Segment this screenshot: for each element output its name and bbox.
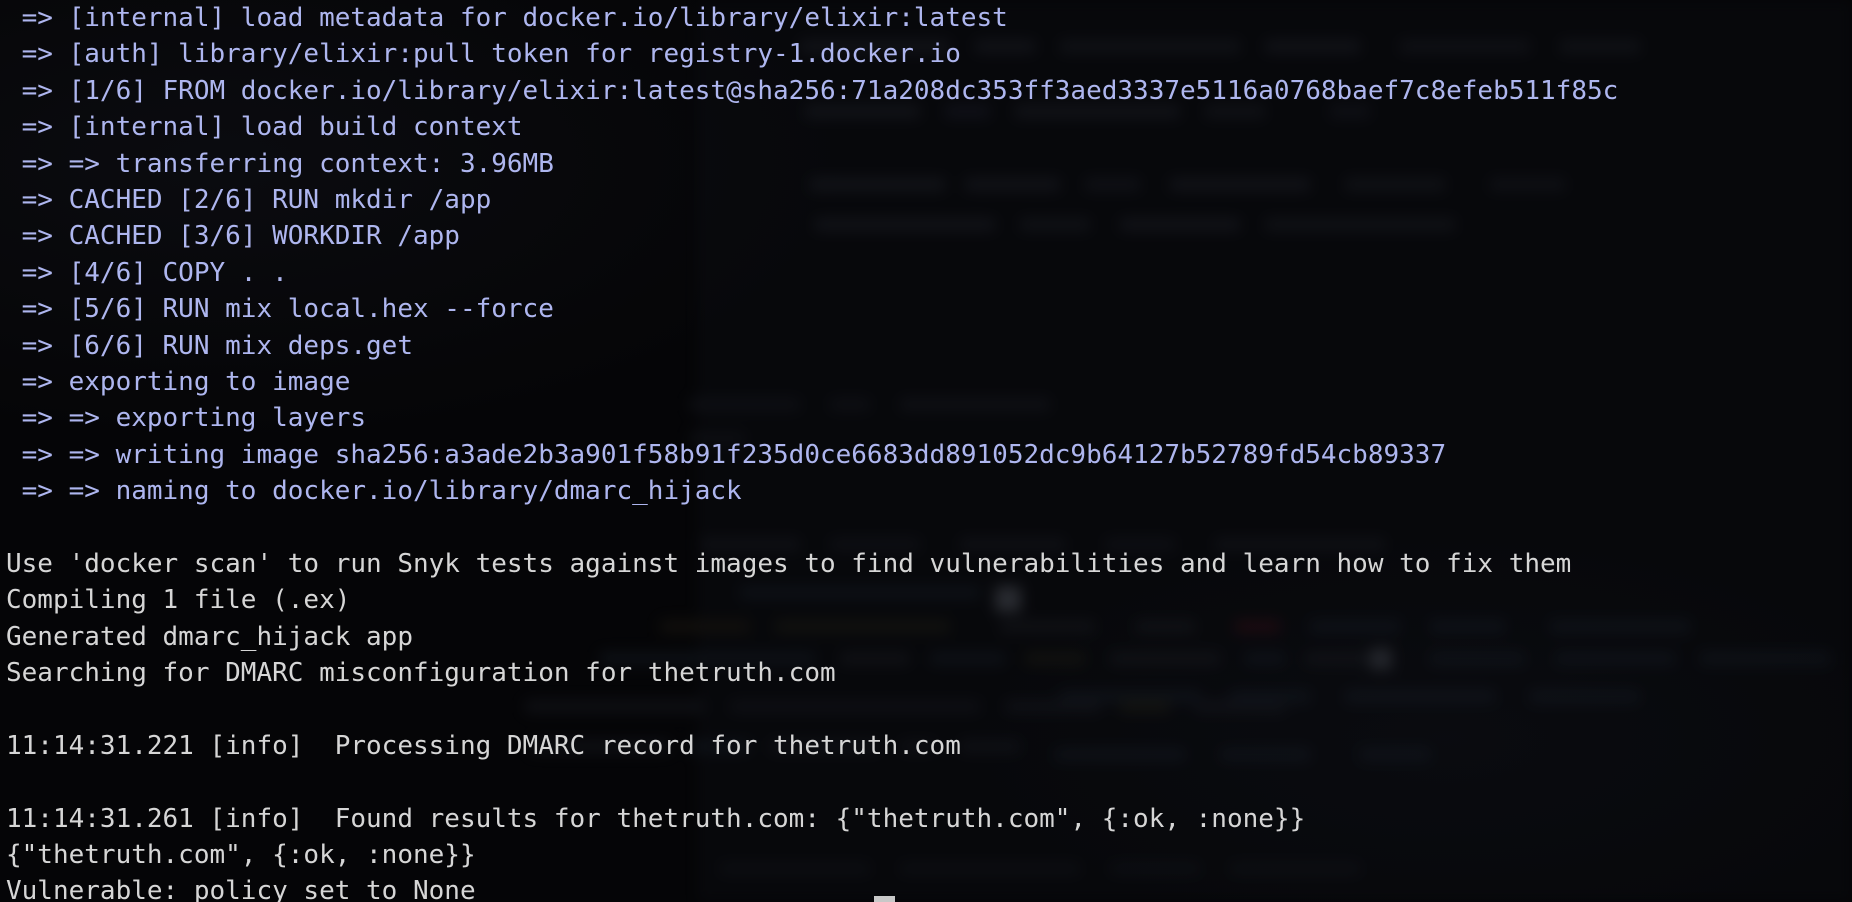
terminal-line: => [6/6] RUN mix deps.get xyxy=(6,330,413,361)
terminal-line: {"thetruth.com", {:ok, :none}} xyxy=(6,839,476,870)
terminal-line: Vulnerable: policy set to None xyxy=(6,876,476,902)
text-cursor xyxy=(874,896,895,902)
terminal-line: => [5/6] RUN mix local.hex --force xyxy=(6,294,554,325)
terminal-line: Searching for DMARC misconfiguration for… xyxy=(6,658,836,689)
terminal-line: => [auth] library/elixir:pull token for … xyxy=(6,39,961,70)
terminal-line: => exporting to image xyxy=(6,366,351,397)
terminal-output[interactable]: => [internal] load metadata for docker.i… xyxy=(0,0,1852,902)
terminal-line: => CACHED [3/6] WORKDIR /app xyxy=(6,221,460,252)
terminal-window[interactable]: => [internal] load metadata for docker.i… xyxy=(0,0,1852,902)
terminal-line: => => naming to docker.io/library/dmarc_… xyxy=(6,476,742,507)
terminal-line: Generated dmarc_hijack app xyxy=(6,621,413,652)
terminal-line: => [internal] load build context xyxy=(6,112,523,143)
terminal-line: Use 'docker scan' to run Snyk tests agai… xyxy=(6,548,1572,579)
terminal-line: 11:14:31.261 [info] Found results for th… xyxy=(6,803,1306,834)
terminal-line: => => transferring context: 3.96MB xyxy=(6,148,554,179)
terminal-line: => => exporting layers xyxy=(6,403,367,434)
terminal-line: => [4/6] COPY . . xyxy=(6,257,288,288)
terminal-line: 11:14:31.221 [info] Processing DMARC rec… xyxy=(6,730,961,761)
terminal-line: => [1/6] FROM docker.io/library/elixir:l… xyxy=(6,75,1619,106)
terminal-line: => CACHED [2/6] RUN mkdir /app xyxy=(6,184,492,215)
terminal-line: => [internal] load metadata for docker.i… xyxy=(6,3,1008,33)
terminal-line: Compiling 1 file (.ex) xyxy=(6,585,351,616)
terminal-line: => => writing image sha256:a3ade2b3a901f… xyxy=(6,439,1447,470)
